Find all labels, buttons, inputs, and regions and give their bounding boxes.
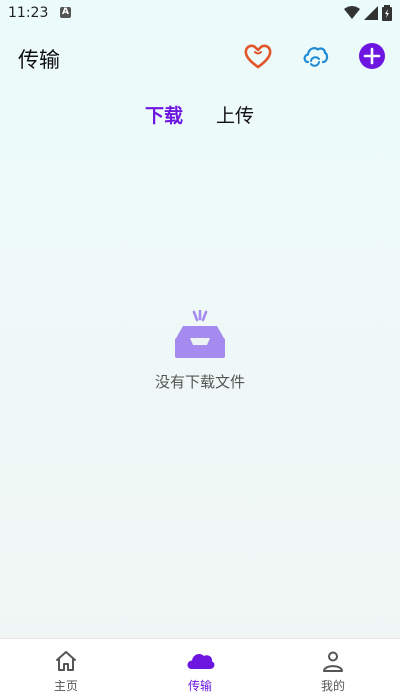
status-time: 11:23 [8,5,49,21]
tab-download[interactable]: 下载 [145,101,183,128]
status-icons [344,5,392,21]
wifi-icon [344,6,360,19]
cloud-sync-icon[interactable] [301,42,329,70]
nav-label-home: 主页 [53,679,78,693]
empty-inbox-icon [175,310,225,358]
cloud-icon [187,653,215,669]
nav-item-transfer[interactable]: 传输 [160,645,240,694]
nav-label-transfer: 传输 [187,679,212,693]
tab-upload[interactable]: 上传 [216,101,254,128]
signal-icon [364,6,378,20]
bottom-nav: 主页 传输 我的 [0,638,400,700]
notification-icon: A [60,7,71,18]
nav-label-mine: 我的 [320,679,345,693]
person-icon [323,651,343,672]
nav-item-home[interactable]: 主页 [26,645,106,694]
nav-item-mine[interactable]: 我的 [293,645,373,694]
heart-icon[interactable] [244,42,272,70]
home-icon [56,651,76,671]
battery-icon [382,5,392,21]
empty-state-message: 没有下载文件 [154,373,245,391]
status-bar: 11:23 A [0,0,400,28]
page-title: 传输 [18,48,60,72]
add-icon[interactable] [358,42,386,70]
